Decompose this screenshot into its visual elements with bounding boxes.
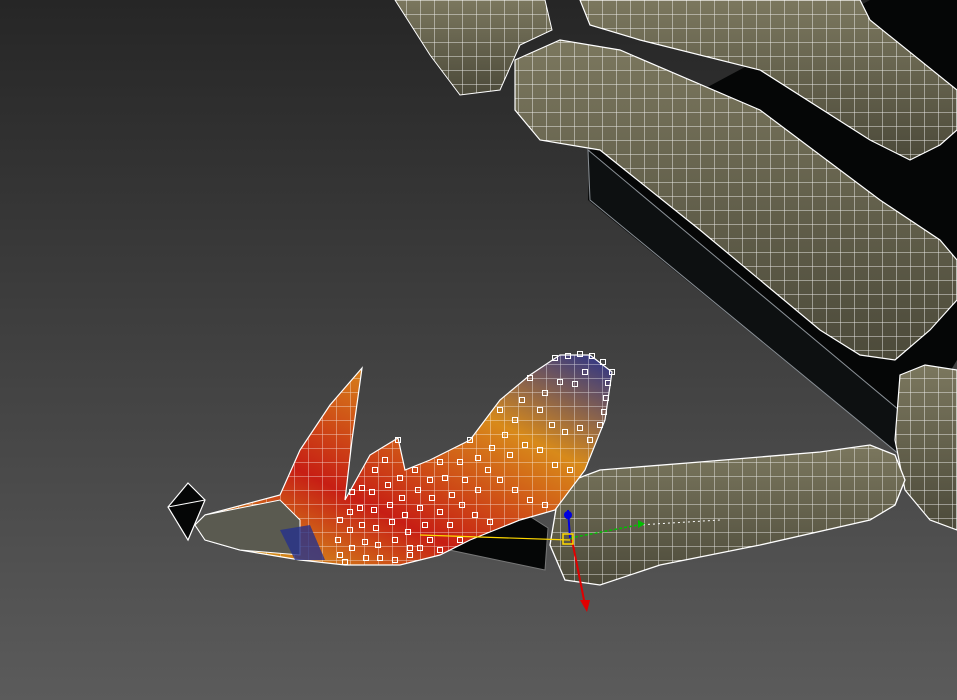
viewport-scene[interactable] <box>0 0 957 700</box>
3d-viewport[interactable] <box>0 0 957 700</box>
gizmo-z-handle <box>564 511 572 519</box>
